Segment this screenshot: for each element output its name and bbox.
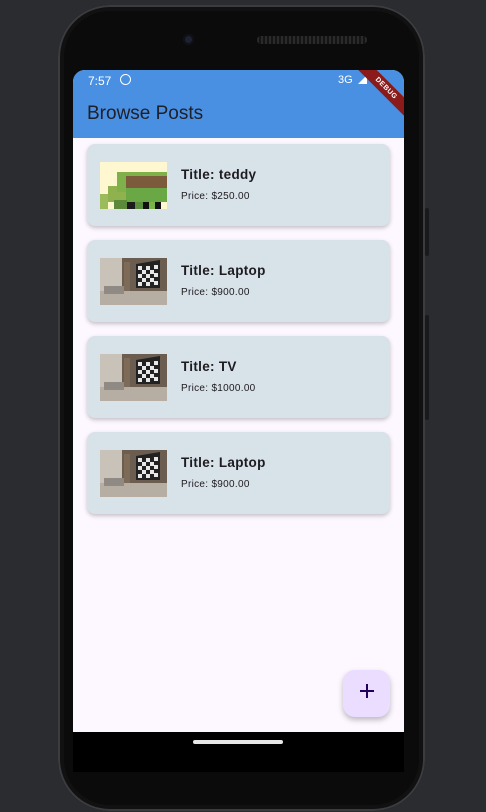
status-time: 7:57	[88, 74, 112, 88]
post-card[interactable]: Title: teddy Price: $250.00	[87, 144, 390, 226]
post-price: Price: $900.00	[181, 287, 250, 298]
add-post-button[interactable]	[343, 670, 390, 717]
status-bar: 7:57 3G	[73, 70, 404, 92]
room-image	[100, 258, 167, 305]
app-bar: Browse Posts	[73, 92, 404, 138]
front-camera	[183, 34, 194, 45]
post-card[interactable]: Title: TV Price: $1000.00	[87, 336, 390, 418]
page-title: Browse Posts	[87, 103, 204, 124]
post-price: Price: $900.00	[181, 479, 250, 490]
post-title: Title: teddy	[181, 167, 257, 182]
room-image	[100, 354, 167, 401]
post-title: Title: Laptop	[181, 263, 266, 278]
system-nav-bar	[73, 732, 404, 772]
post-title: Title: TV	[181, 359, 237, 374]
notification-icon	[120, 74, 131, 85]
post-card[interactable]: Title: Laptop Price: $900.00	[87, 432, 390, 514]
post-title: Title: Laptop	[181, 455, 266, 470]
post-price: Price: $1000.00	[181, 383, 256, 394]
volume-button	[425, 315, 429, 420]
plus-icon	[360, 684, 374, 698]
teddy-image	[100, 162, 167, 209]
posts-list: Title: teddy Price: $250.00 Title: Lapto…	[87, 144, 390, 528]
room-image	[100, 450, 167, 497]
app-screen: 7:57 3G Browse Posts DEBUG Title: teddy …	[73, 70, 404, 732]
post-card[interactable]: Title: Laptop Price: $900.00	[87, 240, 390, 322]
power-button	[425, 208, 429, 256]
network-type: 3G	[338, 74, 353, 86]
post-price: Price: $250.00	[181, 191, 250, 202]
earpiece-speaker	[257, 36, 367, 44]
home-gesture-bar[interactable]	[193, 740, 283, 744]
